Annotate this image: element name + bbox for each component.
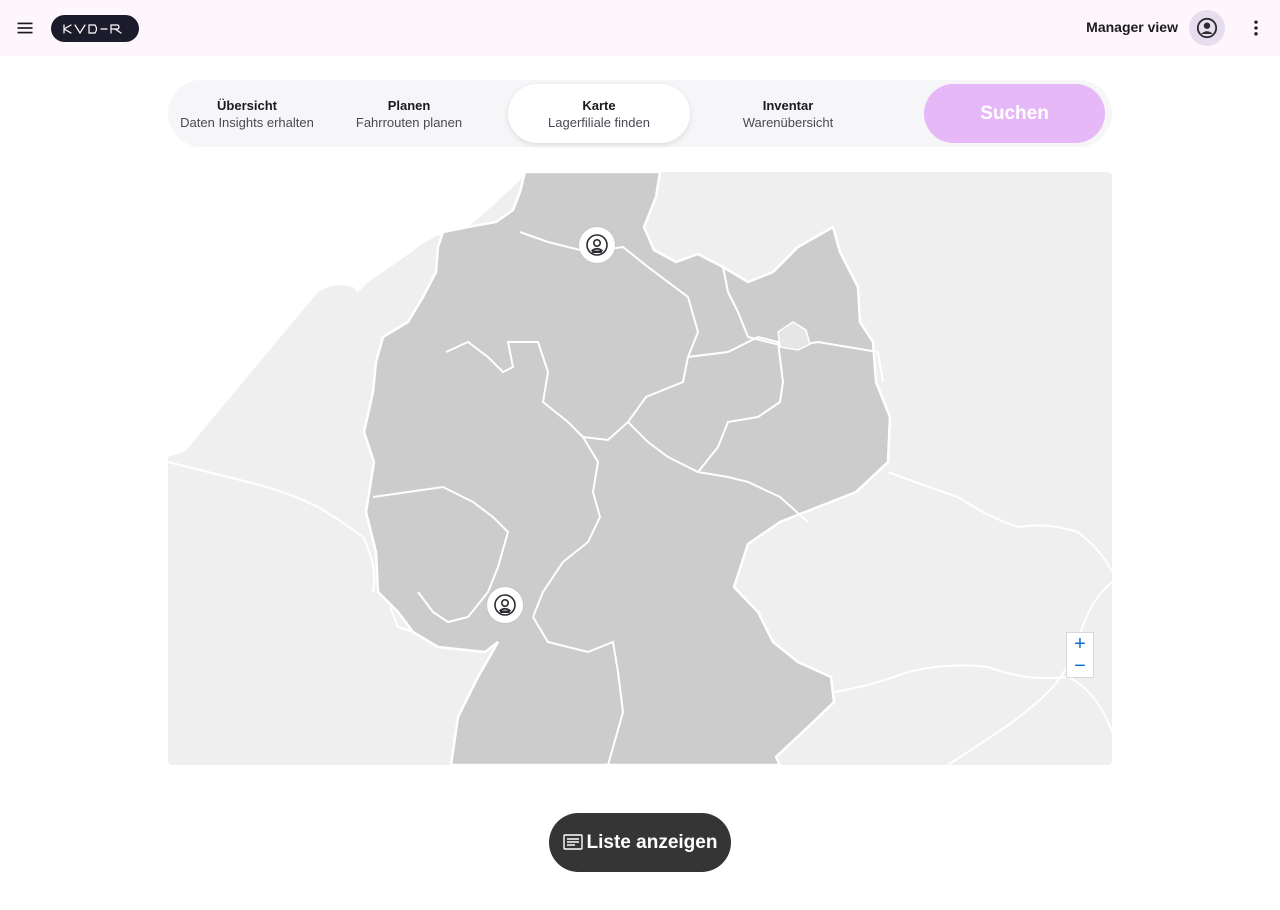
menu-button[interactable] xyxy=(9,12,41,44)
tab-subtitle: Fahrrouten planen xyxy=(355,114,463,130)
tab-subtitle: Warenübersicht xyxy=(742,114,834,130)
zoom-out-button[interactable]: − xyxy=(1067,655,1093,677)
tab-uebersicht[interactable]: Übersicht Daten Insights erhalten xyxy=(156,84,338,143)
tab-title: Übersicht xyxy=(217,97,277,113)
germany-shape xyxy=(362,172,892,765)
driver-pin-icon xyxy=(586,234,608,256)
tab-title: Planen xyxy=(387,97,431,113)
zoom-in-button[interactable]: + xyxy=(1067,633,1093,655)
neighbour-land-north xyxy=(658,172,928,232)
map-pin-hamburg[interactable] xyxy=(579,227,615,263)
tab-inventar[interactable]: Inventar Warenübersicht xyxy=(697,84,879,143)
tab-subtitle: Lagerfiliale finden xyxy=(548,114,650,130)
show-list-label: Liste anzeigen xyxy=(586,831,718,853)
navigation-tabs: Übersicht Daten Insights erhalten Planen… xyxy=(168,80,1112,147)
hamburger-menu-icon xyxy=(17,22,33,34)
logo-icon xyxy=(63,23,122,34)
more-options-button[interactable] xyxy=(1242,14,1270,42)
driver-pin-icon xyxy=(494,594,516,616)
account-circle-icon xyxy=(1196,17,1218,39)
map-pin-saarbruecken[interactable] xyxy=(487,587,523,623)
app-header: Manager view xyxy=(0,0,1280,56)
tab-planen[interactable]: Planen Fahrrouten planen xyxy=(318,84,500,143)
tab-title: Karte xyxy=(582,97,616,113)
tab-title: Inventar xyxy=(762,97,814,113)
tab-karte[interactable]: Karte Lagerfiliale finden xyxy=(508,84,690,143)
search-button[interactable]: Suchen xyxy=(924,84,1105,143)
tab-subtitle: Daten Insights erhalten xyxy=(180,114,314,130)
list-icon xyxy=(562,833,583,850)
map-view[interactable]: + − xyxy=(168,172,1112,765)
map-terrain xyxy=(168,172,1112,765)
manager-view-label[interactable]: Manager view xyxy=(1086,19,1178,35)
account-button[interactable] xyxy=(1189,10,1225,46)
more-vertical-icon xyxy=(1254,20,1258,36)
zoom-control: + − xyxy=(1066,632,1094,678)
show-list-button[interactable]: Liste anzeigen xyxy=(549,813,731,872)
brand-logo[interactable] xyxy=(51,15,139,42)
